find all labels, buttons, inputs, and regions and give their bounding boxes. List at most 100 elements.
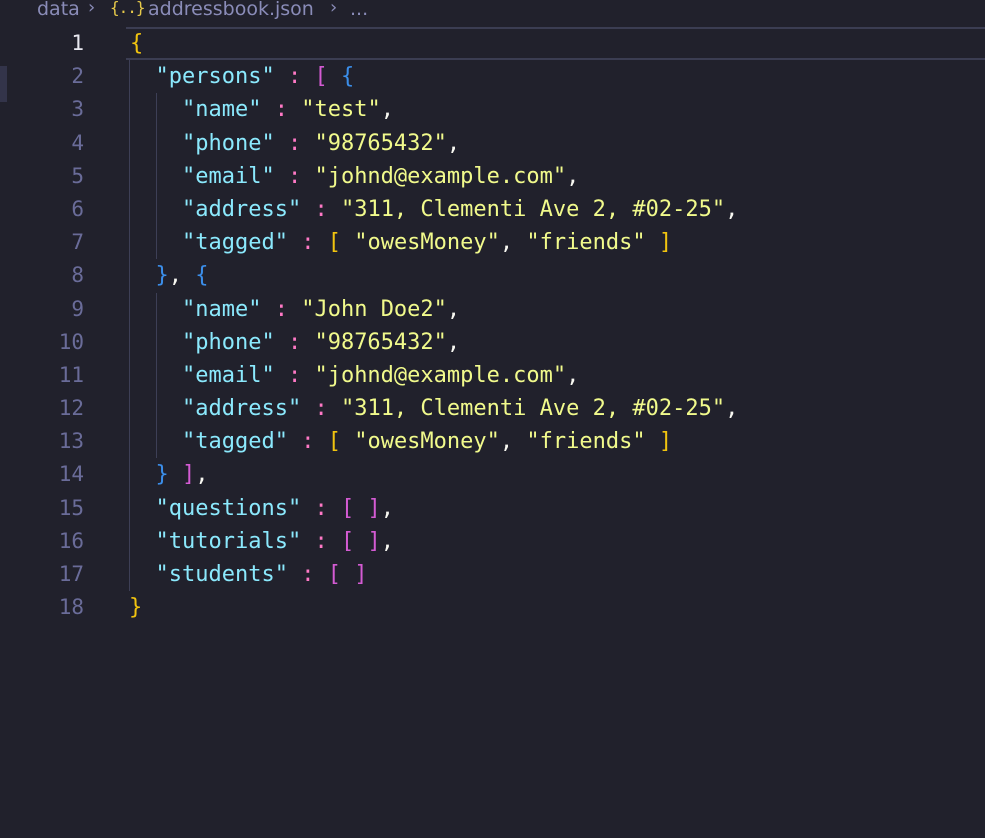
code-token: { (340, 64, 355, 90)
code-token: : (301, 495, 341, 521)
code-token: "John Doe2" (301, 296, 447, 322)
code-token: , (195, 462, 209, 488)
code-token: : (274, 64, 315, 90)
code-token: , (499, 230, 527, 256)
code-token: "friends" (526, 230, 646, 256)
line-number: 11 (58, 362, 84, 387)
code-line[interactable]: 13 "tagged" : [ "owesMoney", "friends" ] (0, 425, 985, 459)
indent-guide (156, 325, 157, 359)
indent-guide (129, 392, 130, 426)
code-token: [ (340, 528, 355, 554)
code-token: , (566, 163, 580, 189)
code-text: "name" : "John Doe2", (129, 293, 460, 326)
line-number: 10 (58, 329, 84, 354)
code-editor[interactable]: 1{2 "persons" : [ {3 "name" : "test", 4 "… (0, 27, 985, 624)
code-token: , (725, 196, 739, 222)
code-token: : (301, 196, 341, 222)
code-line[interactable]: 5 "email" : "johnd@example.com", (0, 159, 985, 193)
breadcrumb-file[interactable]: addressbook.json (148, 0, 314, 19)
code-token: { (130, 31, 144, 56)
code-text: "questions" : [ ], (129, 492, 394, 525)
code-token: "name" (181, 296, 262, 322)
code-token: : (274, 362, 315, 388)
code-token: "email" (181, 163, 275, 189)
code-line[interactable]: 7 "tagged" : [ "owesMoney", "friends" ] (0, 226, 985, 260)
code-token: ] (367, 495, 381, 521)
indent-guide (129, 226, 130, 260)
code-token: "test" (301, 97, 381, 123)
code-token: : (287, 562, 328, 587)
code-token: "owesMoney" (354, 429, 500, 455)
code-line[interactable]: 14 } ], (0, 458, 985, 492)
indent-guide (129, 259, 130, 293)
code-token: "persons" (155, 64, 275, 90)
code-token: "johnd@example.com" (314, 362, 567, 388)
chevron-right-icon: › (330, 0, 338, 18)
breadcrumb-folder[interactable]: data (37, 0, 80, 19)
code-line[interactable]: 11 "email" : "johnd@example.com", (0, 358, 985, 393)
code-text: "email" : "johnd@example.com", (129, 359, 579, 392)
breadcrumb-more[interactable]: ... (350, 0, 368, 19)
code-line[interactable]: 3 "name" : "test", (0, 93, 985, 127)
code-token: , (566, 362, 580, 388)
indent-guide (156, 159, 157, 193)
code-line[interactable]: 18} (0, 591, 985, 624)
code-token: : (274, 163, 315, 189)
indent-guide (156, 392, 157, 426)
code-line[interactable]: 10 "phone" : "98765432", (0, 325, 985, 359)
code-line[interactable]: 6 "address" : "311, Clementi Ave 2, #02-… (0, 192, 985, 227)
indent-guide (129, 93, 130, 127)
code-token: [ (327, 562, 341, 587)
line-number: 6 (71, 196, 84, 221)
code-text: { (130, 29, 143, 58)
line-number: 16 (58, 528, 84, 553)
code-token: [ (314, 64, 328, 90)
line-number: 15 (58, 495, 84, 520)
indent-guide (129, 325, 130, 359)
code-token: "students" (155, 562, 288, 587)
code-token: "tagged" (181, 230, 288, 256)
code-token: "98765432" (314, 329, 447, 355)
code-text: } (129, 591, 142, 624)
code-token: , (446, 130, 461, 156)
code-token: : (301, 396, 341, 422)
indent-guide (156, 226, 157, 260)
code-token: , (168, 263, 196, 289)
code-token: ] (367, 528, 381, 554)
code-token: "address" (181, 396, 302, 422)
breadcrumb: data › {..} addressbook.json › ... (0, 0, 985, 24)
code-line[interactable]: 2 "persons" : [ { (0, 60, 985, 94)
code-text: "address" : "311, Clementi Ave 2, #02-25… (129, 193, 738, 226)
line-number: 3 (71, 97, 84, 122)
code-token: , (380, 97, 394, 123)
code-line[interactable]: 9 "name" : "John Doe2", (0, 292, 985, 326)
indent-guide (129, 558, 130, 592)
code-token: "owesMoney" (354, 230, 500, 256)
code-line[interactable]: 17 "students" : [ ] (0, 558, 985, 592)
code-line[interactable]: 8 }, { (0, 259, 985, 293)
indent-guide (129, 292, 130, 326)
indent-guide (156, 126, 157, 160)
code-line[interactable]: 15 "questions" : [ ], (0, 491, 985, 525)
line-number: 17 (58, 562, 84, 586)
code-line[interactable]: 12 "address" : "311, Clementi Ave 2, #02… (0, 392, 985, 426)
line-number: 7 (71, 230, 84, 255)
indent-guide (129, 358, 130, 393)
code-line[interactable]: 16 "tutorials" : [ ], (0, 524, 985, 558)
line-number: 13 (58, 429, 84, 454)
code-line[interactable]: 4 "phone" : "98765432", (0, 126, 985, 160)
code-text: }, { (129, 259, 209, 292)
code-token: "98765432" (314, 130, 447, 156)
line-number: 18 (58, 595, 84, 620)
code-line[interactable]: 1{ (71, 27, 985, 61)
code-token: ] (658, 230, 673, 256)
